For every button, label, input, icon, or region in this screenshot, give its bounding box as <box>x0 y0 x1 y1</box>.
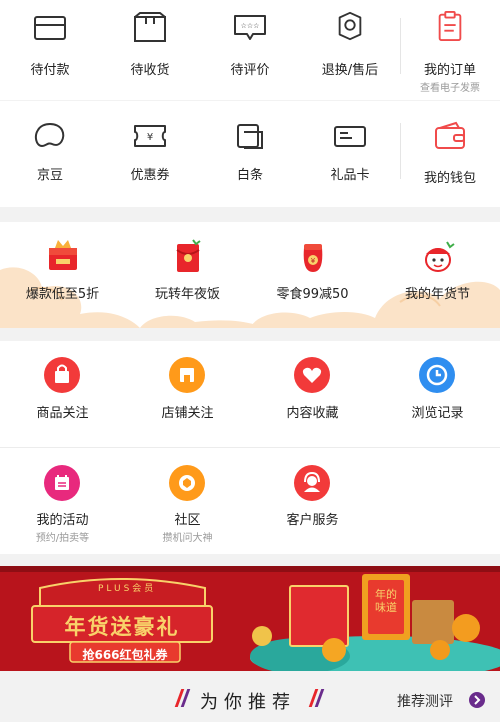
my-wallet-label: 我的钱包 <box>423 171 476 186</box>
bean-icon <box>34 123 65 148</box>
my-activities-sub: 预约/拍卖等 <box>35 533 90 544</box>
wallet-panel: 京豆 ¥ 优惠券 白条 礼品卡 我的钱包 <box>0 101 500 207</box>
recommend-review-link[interactable]: 推荐测评 <box>397 691 453 711</box>
orders-panel: 待付款 待收货 ☆☆☆ 待评价 退换/售后 我的订单 查看电子发票 <box>0 0 500 100</box>
gift-card-icon <box>334 126 366 147</box>
view-invoice-link[interactable]: 查看电子发票 <box>400 79 500 94</box>
order-return-service-label: 退换/售后 <box>321 63 379 78</box>
customer-service-icon <box>294 465 330 501</box>
my-activities-label: 我的活动 <box>36 513 89 528</box>
red-envelope-icon <box>176 239 201 272</box>
promo-new-year-dinner-label: 玩转年夜饭 <box>154 287 220 302</box>
wallet-gift-card[interactable]: 礼品卡 <box>300 101 400 207</box>
community-sub: 攒机问大神 <box>162 533 213 544</box>
recommend-bar: 为你推荐 推荐测评 <box>0 671 500 722</box>
content-favorites[interactable]: 内容收藏 <box>250 341 375 447</box>
order-return-service[interactable]: 退换/售后 <box>300 0 400 100</box>
calendar-icon <box>44 465 80 501</box>
review-bubble-icon: ☆☆☆ <box>234 15 266 40</box>
wallet-coupon-label: 优惠券 <box>130 168 170 183</box>
promo-banner[interactable]: PLUS会员 年货送豪礼 抢666红包礼券 年的味道 <box>0 566 500 671</box>
promo-snack-discount-label: 零食99减50 <box>276 287 349 302</box>
recommend-title: 为你推荐 <box>200 692 296 713</box>
purse-icon <box>435 121 465 149</box>
plus-member-badge: PLUS会员 <box>98 584 157 594</box>
shopping-bag-icon <box>44 357 80 393</box>
order-pending-receipt-label: 待收货 <box>130 63 170 78</box>
order-document-icon <box>438 10 462 42</box>
return-service-icon <box>338 11 362 41</box>
content-favorites-label: 内容收藏 <box>286 406 339 421</box>
promo-my-festival[interactable]: 我的年货节 <box>375 222 500 328</box>
promo-hot-sale[interactable]: 爆款低至5折 <box>0 222 125 328</box>
festival-mascot-icon <box>425 241 455 272</box>
store-follow[interactable]: 店铺关注 <box>125 341 250 447</box>
banner-subline: 抢666红包礼券 <box>82 648 168 662</box>
my-wallet-button[interactable]: 我的钱包 <box>400 101 500 207</box>
heart-icon <box>294 357 330 393</box>
browse-history[interactable]: 浏览记录 <box>375 341 500 447</box>
order-pending-review-label: 待评价 <box>230 63 270 78</box>
product-follow-label: 商品关注 <box>36 406 89 421</box>
store-follow-label: 店铺关注 <box>161 406 214 421</box>
promo-hot-sale-label: 爆款低至5折 <box>25 287 100 302</box>
community-shield-icon <box>169 465 205 501</box>
wallet-coupon[interactable]: ¥ 优惠券 <box>100 101 200 207</box>
my-orders-button[interactable]: 我的订单 查看电子发票 <box>400 0 500 100</box>
coupon-icon: ¥ <box>134 125 166 147</box>
order-pending-payment[interactable]: 待付款 <box>0 0 100 100</box>
store-icon <box>169 357 205 393</box>
product-follow[interactable]: 商品关注 <box>0 341 125 447</box>
promo-my-festival-label: 我的年货节 <box>404 287 470 302</box>
customer-service[interactable]: 客户服务 <box>250 448 375 554</box>
chevron-right-icon[interactable] <box>469 692 485 708</box>
clock-icon <box>419 357 455 393</box>
customer-service-label: 客户服务 <box>286 513 339 528</box>
svg-text:¥: ¥ <box>147 132 153 143</box>
package-label: 年的味道 <box>375 588 397 614</box>
wallet-baitiao[interactable]: 白条 <box>200 101 300 207</box>
wallet-baitiao-label: 白条 <box>236 168 263 183</box>
community-label: 社区 <box>174 513 201 528</box>
hot-sale-box-icon <box>49 240 77 270</box>
order-pending-payment-label: 待付款 <box>30 63 70 78</box>
banner-headline: 年货送豪礼 <box>64 615 180 639</box>
baitiao-card-icon <box>237 124 263 149</box>
svg-text:¥: ¥ <box>311 257 316 265</box>
browse-history-label: 浏览记录 <box>411 406 464 421</box>
my-activities[interactable]: 我的活动 预约/拍卖等 <box>0 448 125 554</box>
order-pending-receipt[interactable]: 待收货 <box>100 0 200 100</box>
promo-new-year-dinner[interactable]: 玩转年夜饭 <box>125 222 250 328</box>
promo-snack-discount[interactable]: ¥ 零食99减50 <box>250 222 375 328</box>
community[interactable]: 社区 攒机问大神 <box>125 448 250 554</box>
my-orders-label: 我的订单 <box>423 63 476 78</box>
wallet-gift-card-label: 礼品卡 <box>330 168 370 183</box>
svg-text:☆☆☆: ☆☆☆ <box>241 22 260 30</box>
order-pending-review[interactable]: ☆☆☆ 待评价 <box>200 0 300 100</box>
wallet-card-icon <box>34 16 66 40</box>
wallet-jingdou[interactable]: 京豆 <box>0 101 100 207</box>
services-panel: 商品关注 店铺关注 内容收藏 浏览记录 我的活动 预约/拍卖等 社区 攒机问大神 <box>0 341 500 554</box>
new-year-promo-strip: 爆款低至5折 玩转年夜饭 ¥ 零食99减50 我的年货节 <box>0 222 500 328</box>
wallet-jingdou-label: 京豆 <box>36 168 63 183</box>
red-pouch-icon: ¥ <box>303 244 323 272</box>
package-box-icon <box>134 12 166 42</box>
